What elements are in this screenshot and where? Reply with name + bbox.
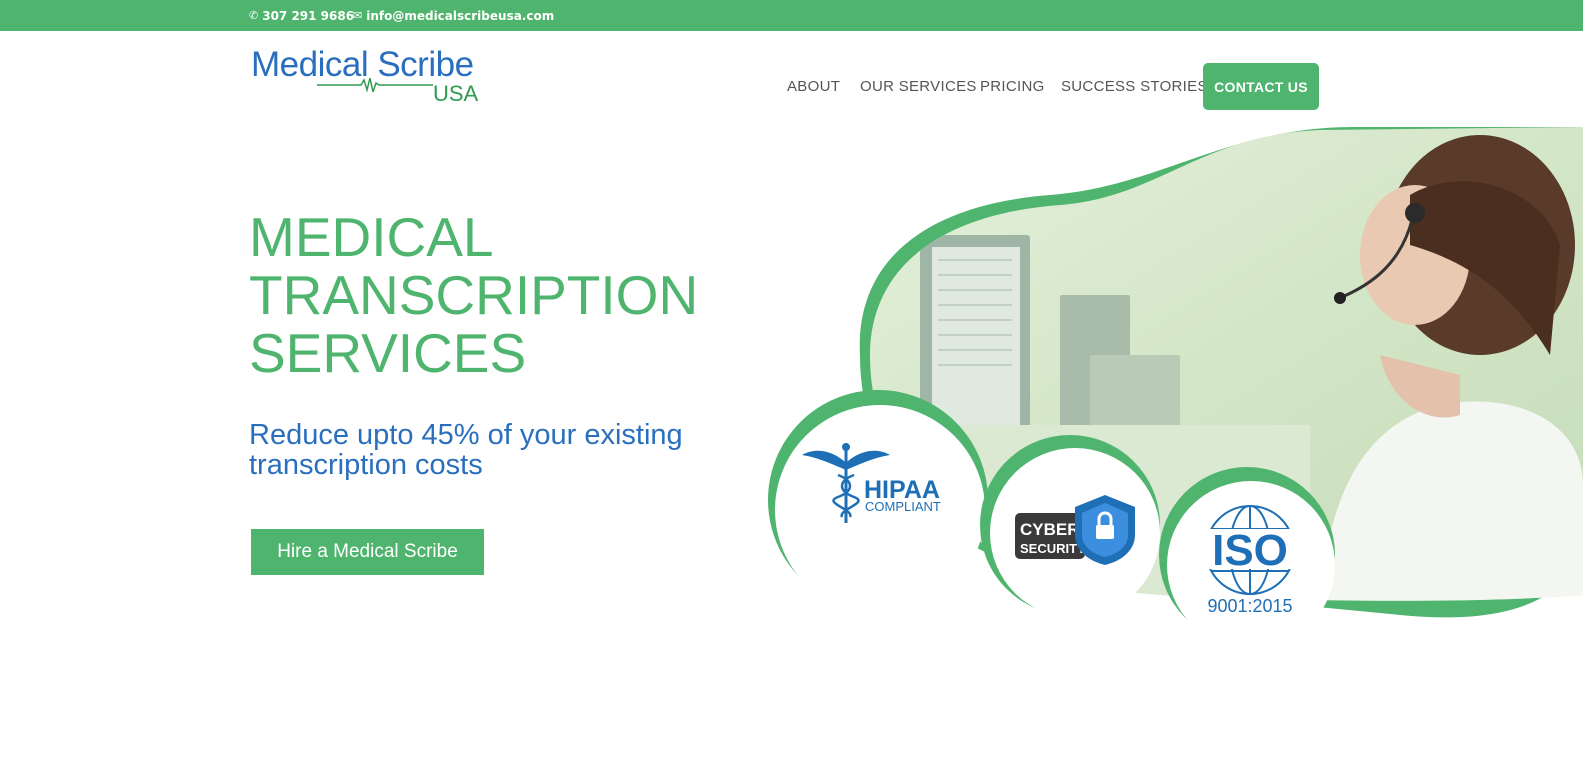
nav-about[interactable]: ABOUT [787, 78, 840, 98]
email-link[interactable]: ✉ info@medicalscribeusa.com [353, 7, 554, 24]
contact-us-button[interactable]: CONTACT US [1203, 63, 1319, 110]
nav-pricing[interactable]: PRICING [980, 78, 1045, 98]
hipaa-badge: HIPAA COMPLIANT [768, 390, 988, 615]
cyber-line1: CYBER [1020, 520, 1080, 539]
cyber-line2: SECURITY [1020, 541, 1086, 556]
phone-number: 307 291 9686 [262, 8, 355, 23]
logo-subtext: USA [433, 81, 479, 106]
hero-title: MEDICAL TRANSCRIPTION SERVICES [249, 208, 769, 382]
heartbeat-line-icon [317, 78, 433, 92]
hero-subtitle-line: Reduce upto 45% of your existing [249, 419, 683, 451]
site-header: Medical Scribe USA ABOUT OUR SERVICES PR… [0, 31, 1583, 127]
nav-success-stories[interactable]: SUCCESS STORIES [1061, 78, 1208, 98]
email-address: info@medicalscribeusa.com [366, 8, 555, 23]
hire-medical-scribe-button[interactable]: Hire a Medical Scribe [251, 529, 484, 575]
hipaa-sub: COMPLIANT [865, 499, 941, 514]
hero-illustration: HIPAA COMPLIANT CYBER SECURITY ISO 9001: [768, 126, 1583, 635]
hero-subtitle: Reduce upto 45% of your existing transcr… [249, 420, 749, 480]
hero-title-line: MEDICAL [249, 206, 494, 268]
envelope-icon: ✉ [353, 9, 363, 22]
hero-subtitle-line: transcription costs [249, 449, 483, 481]
cyber-security-badge: CYBER SECURITY [980, 435, 1160, 618]
iso-badge: ISO 9001:2015 [1159, 467, 1335, 635]
hero-title-line: SERVICES [249, 322, 527, 384]
logo[interactable]: Medical Scribe USA [251, 46, 479, 110]
phone-link[interactable]: ✆ 307 291 9686 [249, 7, 354, 24]
iso-sub: 9001:2015 [1207, 596, 1292, 616]
top-bar: ✆ 307 291 9686 ✉ info@medicalscribeusa.c… [0, 0, 1583, 31]
nav-our-services[interactable]: OUR SERVICES [860, 78, 977, 98]
phone-icon: ✆ [249, 9, 259, 22]
iso-title: ISO [1212, 526, 1288, 575]
hero-title-line: TRANSCRIPTION [249, 264, 699, 326]
